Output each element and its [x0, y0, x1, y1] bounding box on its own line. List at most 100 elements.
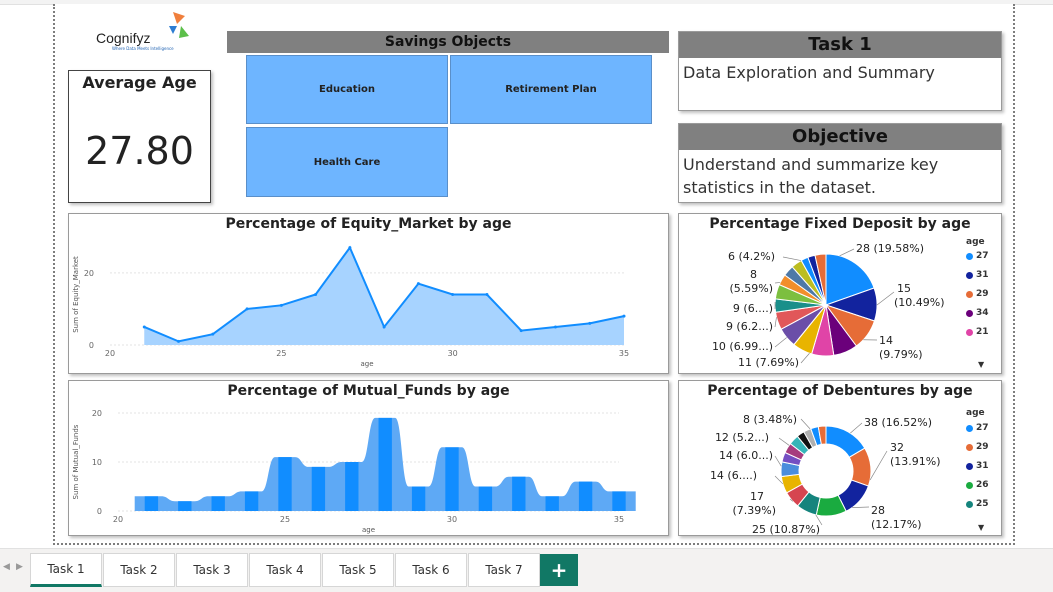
fd-legend-item[interactable]: 21 [966, 327, 989, 337]
mutual-funds-bar[interactable] [512, 476, 526, 511]
equity-data-point[interactable] [519, 329, 523, 333]
legend-dot-icon [966, 252, 973, 260]
equity-data-point[interactable] [279, 303, 283, 307]
x-axis-label: age [362, 526, 375, 534]
equity-data-point[interactable] [142, 325, 146, 329]
equity-data-point[interactable] [348, 246, 352, 250]
y-axis-label: Sum of Equity_Market [72, 256, 80, 333]
legend-label: 27 [976, 251, 989, 261]
report-page: Cognifyz Where Data Meets Intelligence A… [0, 0, 1053, 592]
pie-data-label: 9 (6....) [733, 302, 773, 315]
pie-leader-line [778, 437, 790, 446]
legend-label: 31 [976, 461, 989, 471]
objective-card: Objective Understand and summarize key s… [678, 123, 1002, 203]
equity-data-point[interactable] [553, 325, 557, 329]
tab-task-1[interactable]: Task 1 [30, 553, 102, 587]
pie-data-label: 14 (6.0...) [719, 449, 773, 462]
pie-data-label: 12 (5.2...) [715, 431, 769, 444]
mutual-funds-chart: Percentage of Mutual_Funds by age 0 10 20 2… [68, 380, 669, 536]
tile-education[interactable]: Education [246, 55, 448, 124]
mutual-funds-bar[interactable] [211, 496, 225, 511]
equity-data-point[interactable] [177, 339, 181, 343]
mutual-funds-bar[interactable] [278, 457, 292, 511]
mutual-funds-bar[interactable] [178, 501, 192, 511]
tile-health-care[interactable]: Health Care [246, 127, 448, 197]
equity-data-point[interactable] [485, 293, 489, 296]
deb-legend-item[interactable]: 29 [966, 442, 989, 452]
legend-label: 29 [976, 442, 989, 452]
deb-legend-item[interactable]: 31 [966, 461, 989, 471]
add-page-button[interactable]: + [540, 554, 578, 586]
pie-leader-line [800, 418, 811, 430]
tab-task-4[interactable]: Task 4 [249, 553, 321, 587]
fixed-deposit-chart: Percentage Fixed Deposit by age 28 (19.5… [678, 213, 1002, 374]
equity-data-point[interactable] [588, 321, 592, 325]
equity-data-point[interactable] [245, 307, 249, 311]
pie-data-label: 8 (5.59%) [729, 268, 773, 295]
x-tick-label: 30 [447, 515, 457, 524]
equity-data-point[interactable] [382, 325, 386, 329]
mutual-funds-bar[interactable] [545, 496, 559, 511]
pie-data-label: 11 (7.69%) [738, 356, 799, 369]
legend-label: 25 [976, 499, 989, 509]
deb-legend-item[interactable]: 25 [966, 499, 989, 509]
fd-legend-item[interactable]: 31 [966, 270, 989, 280]
mutual-funds-bar[interactable] [478, 486, 493, 512]
mutual-funds-bar[interactable] [578, 481, 593, 511]
logo: Cognifyz Where Data Meets Intelligence [95, 12, 195, 54]
equity-data-point[interactable] [314, 293, 318, 296]
legend-dot-icon [966, 424, 973, 432]
mutual-funds-bar[interactable] [612, 491, 626, 511]
mutual-funds-bar[interactable] [345, 462, 359, 511]
deb-legend-scroll-icon[interactable]: ▼ [978, 523, 984, 532]
logo-name: Cognifyz [96, 30, 151, 46]
pie-data-label: 38 (16.52%) [864, 416, 932, 429]
y-tick-label: 20 [92, 409, 102, 418]
logo-triangles-icon [169, 12, 189, 38]
fd-legend-item[interactable]: 29 [966, 289, 989, 299]
legend-label: 29 [976, 289, 989, 299]
fd-legend-item[interactable]: 27 [966, 251, 989, 261]
tab-task-3[interactable]: Task 3 [176, 553, 248, 587]
legend-dot-icon [966, 271, 973, 279]
mutual-funds-bar[interactable] [445, 447, 459, 511]
savings-objects-header: Savings Objects [227, 31, 669, 53]
mutual-funds-bar[interactable] [378, 417, 392, 511]
x-tick-label: 25 [276, 349, 286, 358]
mutual-funds-bar[interactable] [144, 496, 159, 511]
debentures-chart: Percentage of Debentures by age 38 (16.5… [678, 380, 1002, 536]
tab-scroll-left-icon[interactable]: ◀ [3, 562, 10, 572]
pie-data-label: 17 (7.39%) [732, 490, 776, 517]
pie-data-label: 15 (10.49%) [894, 282, 945, 309]
pie-data-label: 8 (3.48%) [743, 413, 797, 426]
equity-data-point[interactable] [622, 314, 626, 318]
mutual-funds-bar[interactable] [311, 466, 326, 511]
legend-label: 34 [976, 308, 989, 318]
mutual-funds-bar[interactable] [244, 491, 259, 511]
tab-task-5[interactable]: Task 5 [322, 553, 394, 587]
x-axis-label: age [360, 360, 373, 368]
pie-leader-line [782, 256, 802, 261]
equity-data-point[interactable] [211, 332, 215, 336]
tab-task-7[interactable]: Task 7 [468, 553, 540, 587]
mutual-funds-bar[interactable] [411, 486, 426, 512]
pie-leader-line [774, 455, 782, 467]
equity-data-point[interactable] [451, 293, 455, 296]
pie-data-label: 6 (4.2%) [728, 250, 775, 263]
y-tick-label: 0 [97, 507, 102, 516]
legend-dot-icon [966, 290, 973, 298]
y-tick-label: 0 [89, 341, 94, 350]
x-tick-label: 35 [614, 515, 624, 524]
average-age-title: Average Age [82, 73, 197, 92]
tile-retirement-plan[interactable]: Retirement Plan [450, 55, 652, 124]
equity-data-point[interactable] [416, 282, 420, 286]
tab-task-2[interactable]: Task 2 [103, 553, 175, 587]
tab-scroll-right-icon[interactable]: ▶ [16, 562, 23, 572]
task-card: Task 1 Data Exploration and Summary [678, 31, 1002, 111]
deb-legend-item[interactable]: 26 [966, 480, 989, 490]
fd-legend-scroll-icon[interactable]: ▼ [978, 360, 984, 369]
tab-task-6[interactable]: Task 6 [395, 553, 467, 587]
legend-dot-icon [966, 309, 973, 317]
fd-legend-item[interactable]: 34 [966, 308, 989, 318]
deb-legend-item[interactable]: 27 [966, 423, 989, 433]
